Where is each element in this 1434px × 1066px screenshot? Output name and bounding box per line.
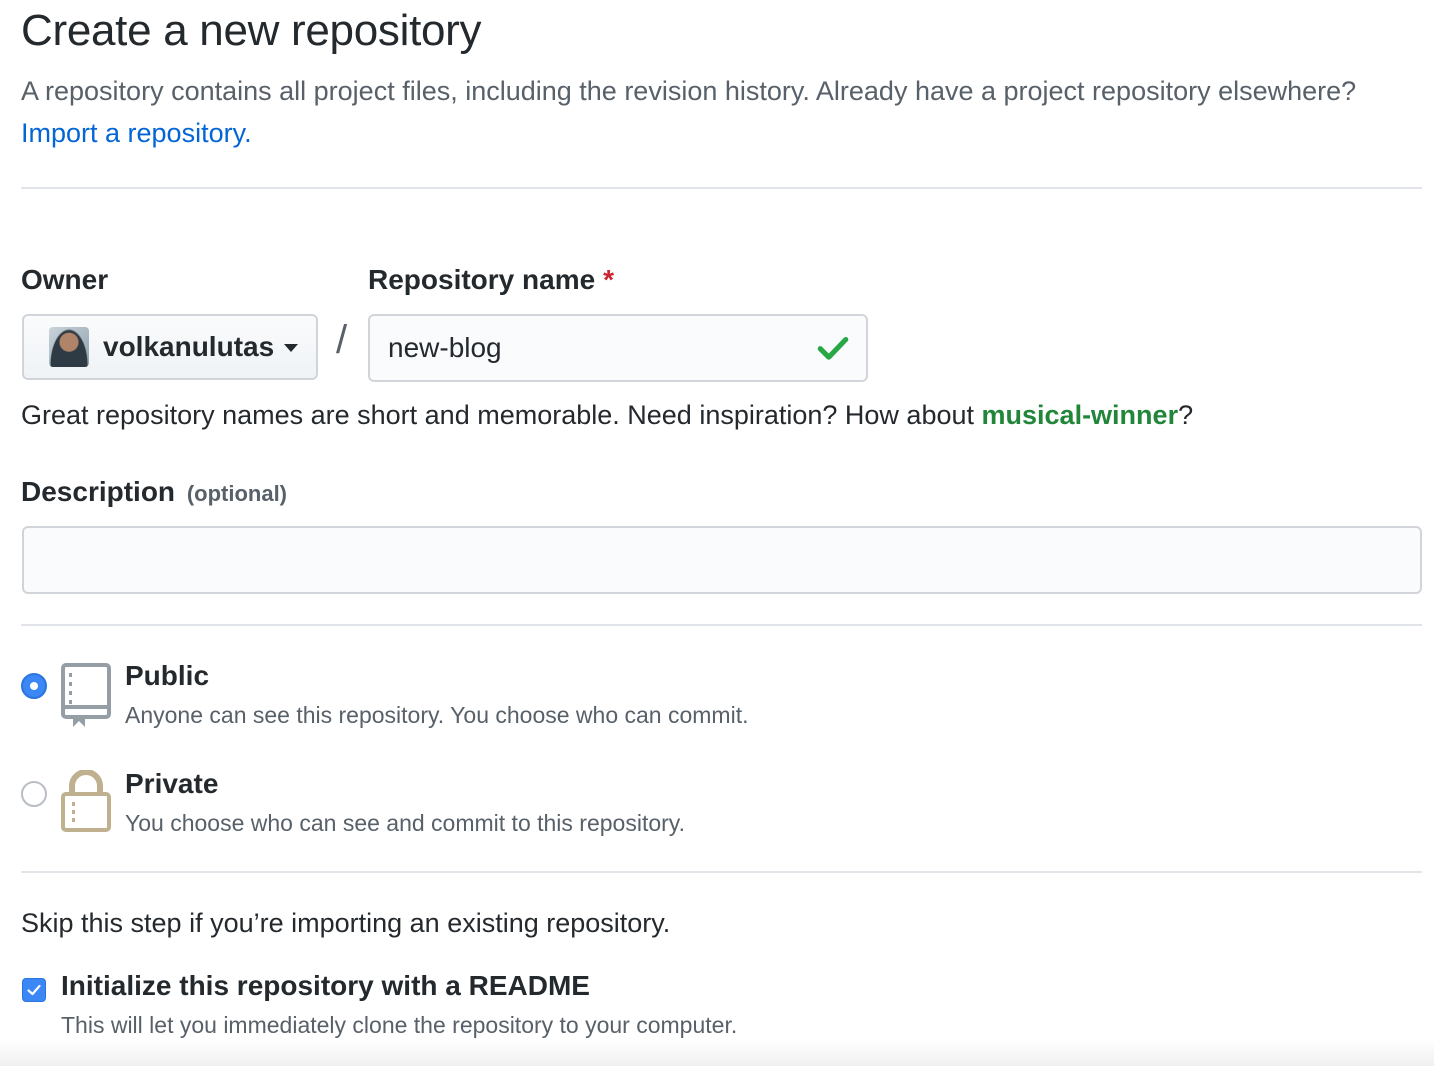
private-option-description: You choose who can see and commit to thi… <box>125 810 685 836</box>
description-label-text: Description <box>21 476 176 507</box>
owner-repo-separator: / <box>336 318 348 362</box>
check-icon <box>817 336 849 360</box>
public-option-description: Anyone can see this repository. You choo… <box>125 702 749 728</box>
private-option-title: Private <box>125 768 219 799</box>
private-radio[interactable] <box>21 781 47 807</box>
public-option-title: Public <box>125 660 210 691</box>
repo-book-icon <box>61 663 111 727</box>
subtitle-text: A repository contains all project files,… <box>21 76 1357 106</box>
caret-down-icon <box>284 344 299 352</box>
readme-checkbox[interactable] <box>22 978 46 1002</box>
page-subtitle: A repository contains all project files,… <box>21 70 1411 154</box>
checkmark-icon <box>27 984 41 996</box>
public-radio[interactable] <box>21 673 47 699</box>
bottom-fade <box>0 1040 1434 1066</box>
repository-name-hint: Great repository names are short and mem… <box>21 400 1193 431</box>
description-label: Description (optional) <box>21 476 287 508</box>
repository-name-input[interactable] <box>386 331 816 365</box>
owner-name: volkanulutas <box>103 331 275 362</box>
skip-step-note: Skip this step if you’re importing an ex… <box>21 908 671 938</box>
readme-checkbox-label[interactable]: Initialize this repository with a README <box>61 970 590 1002</box>
divider <box>21 187 1422 189</box>
page-title: Create a new repository <box>21 6 482 55</box>
owner-select-button[interactable]: volkanulutas <box>22 314 318 380</box>
description-input[interactable] <box>24 528 1420 592</box>
optional-tag: (optional) <box>186 481 288 506</box>
repository-name-label-text: Repository name <box>368 264 596 295</box>
lock-icon <box>61 770 111 832</box>
create-repository-page: Create a new repository A repository con… <box>0 0 1434 1066</box>
suggested-name-link[interactable]: musical-winner <box>982 400 1179 430</box>
owner-label: Owner <box>21 264 109 295</box>
import-repository-link[interactable]: Import a repository. <box>21 118 252 148</box>
hint-text: Great repository names are short and mem… <box>21 400 974 430</box>
divider <box>21 871 1422 873</box>
required-marker: * <box>603 264 615 295</box>
user-avatar <box>49 327 89 367</box>
hint-suffix: ? <box>1178 400 1194 430</box>
divider <box>21 624 1422 626</box>
repository-name-label: Repository name * <box>368 264 614 296</box>
repository-name-field <box>368 314 868 382</box>
readme-checkbox-description: This will let you immediately clone the … <box>61 1012 738 1038</box>
description-field <box>22 526 1422 594</box>
